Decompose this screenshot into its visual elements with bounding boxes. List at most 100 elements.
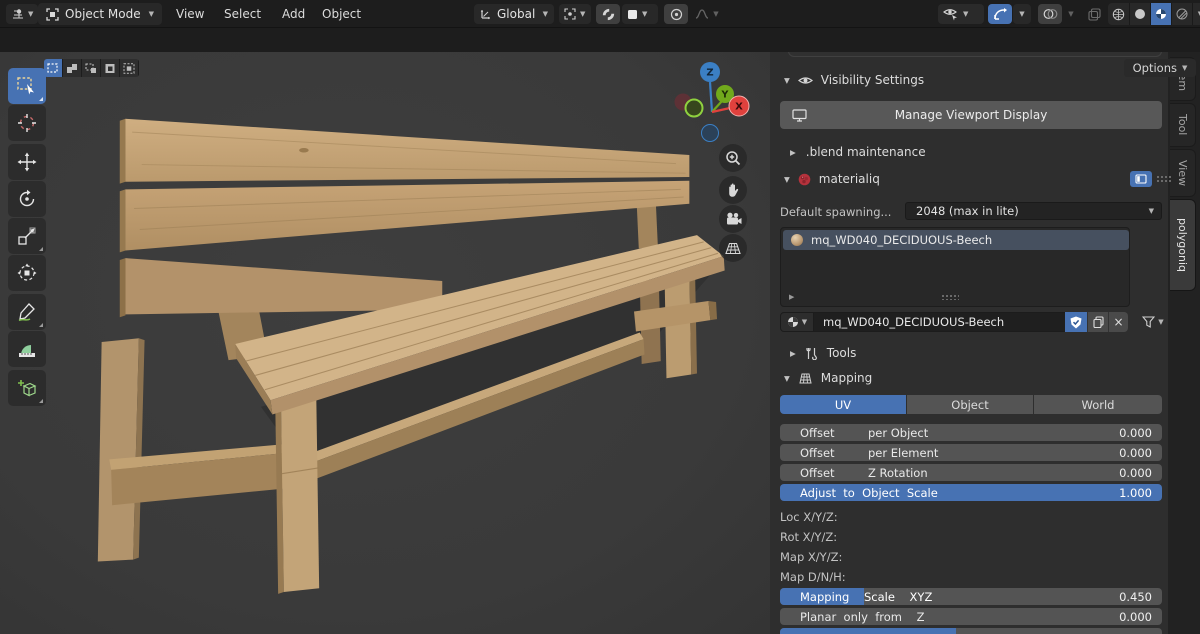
adjust-to-object-scale-toggle[interactable]: Adjust to Object Scale 1.000 xyxy=(780,484,1162,501)
options-label: Options xyxy=(1132,61,1177,75)
navigation-gizmo[interactable]: Z Y X xyxy=(672,60,752,150)
gizmo-x[interactable]: X xyxy=(728,95,750,117)
tab-uv[interactable]: UV xyxy=(780,395,906,414)
select-mode-intersect[interactable] xyxy=(120,59,139,77)
pivot-dropdown[interactable]: ▼ xyxy=(559,4,591,24)
select-mode-invert[interactable] xyxy=(101,59,120,77)
offset-per-element-slider[interactable]: Offset per Element 0.000 xyxy=(780,444,1162,461)
row-sublabel: per Object xyxy=(868,426,929,440)
pan-button[interactable] xyxy=(719,176,747,204)
planar-only-from-z-slider[interactable]: Planar only from Z 0.000 xyxy=(780,608,1162,625)
gizmo-z[interactable]: Z xyxy=(700,62,720,82)
material-datablock-row: ▼ mq_WD040_DECIDUOUS-Beech × xyxy=(780,312,1128,332)
material-filter-dropdown[interactable]: ▼ xyxy=(1138,312,1168,332)
tool-scale[interactable] xyxy=(8,218,46,254)
tool-move[interactable] xyxy=(8,144,46,180)
row-label: Offset xyxy=(800,426,835,440)
menu-add[interactable]: Add xyxy=(282,7,305,21)
spawn-resolution-dropdown[interactable]: 2048 (max in lite) ▼ xyxy=(905,202,1162,220)
gizmo-neg-z[interactable] xyxy=(701,124,719,142)
offset-z-rotation-slider[interactable]: Offset Z Rotation 0.000 xyxy=(780,464,1162,481)
tool-rotate[interactable] xyxy=(8,181,46,217)
panel-header-mapping[interactable]: ▼ Mapping xyxy=(784,371,872,385)
xray-icon xyxy=(1087,7,1101,21)
panel-title: Visibility Settings xyxy=(820,73,925,87)
bench-object[interactable] xyxy=(0,52,770,634)
extend-select-icon xyxy=(67,63,77,73)
tool-add-cube[interactable] xyxy=(8,370,46,406)
select-mode-set[interactable] xyxy=(44,59,63,77)
material-list[interactable]: mq_WD040_DECIDUOUS-Beech ▶ xyxy=(780,227,1130,307)
sidebar-tab-view[interactable]: View xyxy=(1170,149,1196,197)
row-value: 0.000 xyxy=(1119,426,1152,440)
menu-select[interactable]: Select xyxy=(224,7,261,21)
select-mode-extend[interactable] xyxy=(63,59,82,77)
copy-icon xyxy=(1092,316,1104,328)
zoom-button[interactable] xyxy=(719,144,747,172)
panel-header-visibility[interactable]: ▼ Visibility Settings xyxy=(784,73,924,87)
shading-dropdown[interactable]: ▼ xyxy=(1192,3,1200,25)
tab-world[interactable]: World xyxy=(1034,395,1162,414)
display-mode-toggle[interactable] xyxy=(1130,171,1152,187)
sidebar-tab-tool[interactable]: Tool xyxy=(1170,103,1196,147)
show-gizmo-toggle[interactable] xyxy=(988,4,1012,24)
unlink-material-button[interactable]: × xyxy=(1108,312,1128,332)
shading-wireframe-button[interactable] xyxy=(1108,3,1129,25)
snap-toggle[interactable] xyxy=(596,4,620,24)
solid-sphere-icon xyxy=(1135,9,1145,19)
shading-rendered-button[interactable] xyxy=(1171,3,1192,25)
xray-toggle[interactable] xyxy=(1082,4,1106,24)
proportional-editing-toggle[interactable] xyxy=(664,4,688,24)
panel-header-tools[interactable]: ▶ Tools xyxy=(790,346,856,360)
camera-view-button[interactable] xyxy=(719,205,747,233)
fake-user-toggle[interactable] xyxy=(1065,312,1087,332)
manage-viewport-display-button[interactable]: Manage Viewport Display xyxy=(780,101,1162,129)
list-filter-expand-icon[interactable]: ▶ xyxy=(789,293,794,301)
panel-drag-grip[interactable] xyxy=(1156,175,1172,183)
material-list-item[interactable]: mq_WD040_DECIDUOUS-Beech xyxy=(783,230,1129,250)
falloff-dropdown[interactable]: ▼ xyxy=(690,4,724,24)
3d-viewport[interactable]: Z Y X xyxy=(0,52,770,634)
tool-cursor[interactable] xyxy=(8,105,46,141)
chevron-down-icon: ▼ xyxy=(784,373,790,383)
clipped-bottom-slider[interactable] xyxy=(780,628,1162,634)
editor-type-button[interactable]: ▼ xyxy=(6,4,39,24)
tool-transform[interactable] xyxy=(8,255,46,291)
material-name-field[interactable]: mq_WD040_DECIDUOUS-Beech xyxy=(814,312,1065,332)
row-label: Mapping Scale XYZ xyxy=(800,590,933,604)
chevron-right-icon: ▶ xyxy=(790,348,796,358)
annotate-pencil-icon xyxy=(18,303,35,322)
hand-icon xyxy=(728,183,738,197)
panel-header-materialiq[interactable]: ▼ materialiq xyxy=(784,172,880,186)
gizmo-dropdown[interactable]: ▼ xyxy=(1013,4,1031,24)
menu-view[interactable]: View xyxy=(176,7,204,21)
perspective-toggle-button[interactable] xyxy=(719,234,747,262)
panel-title: materialiq xyxy=(818,172,880,186)
shading-solid-button[interactable] xyxy=(1129,3,1150,25)
shading-material-button[interactable] xyxy=(1150,3,1171,25)
options-button[interactable]: Options ▼ xyxy=(1124,59,1196,77)
tab-object[interactable]: Object xyxy=(907,395,1033,414)
offset-per-object-slider[interactable]: Offset per Object 0.000 xyxy=(780,424,1162,441)
menu-object[interactable]: Object xyxy=(322,7,361,21)
select-mode-subtract[interactable] xyxy=(82,59,101,77)
tool-measure[interactable] xyxy=(8,331,46,367)
gizmo-neg-y[interactable] xyxy=(684,98,704,118)
orientation-dropdown[interactable]: Global ▼ xyxy=(474,4,554,24)
mode-dropdown[interactable]: Object Mode ▼ xyxy=(38,3,162,25)
subtool-indicator xyxy=(39,399,43,403)
svg-text:Z: Z xyxy=(706,68,713,79)
panel-header-blend-maintenance[interactable]: ▶ .blend maintenance xyxy=(790,145,926,159)
sidebar-tab-polygoniq[interactable]: polygoniq xyxy=(1170,199,1196,291)
show-overlays-toggle[interactable] xyxy=(1038,4,1062,24)
object-visibility-dropdown[interactable]: ▼ xyxy=(938,4,984,24)
tool-select-box[interactable] xyxy=(8,68,46,104)
overlays-dropdown[interactable]: ▼ xyxy=(1063,4,1079,24)
tool-annotate[interactable] xyxy=(8,294,46,330)
mapping-scale-slider[interactable]: Mapping Scale XYZ 0.450 xyxy=(780,588,1162,605)
snap-target-dropdown[interactable]: ▼ xyxy=(622,4,658,24)
new-material-button[interactable] xyxy=(1087,312,1108,332)
tab-label: UV xyxy=(834,397,852,412)
list-resize-grip[interactable] xyxy=(941,294,959,300)
material-browse-button[interactable]: ▼ xyxy=(780,312,814,332)
